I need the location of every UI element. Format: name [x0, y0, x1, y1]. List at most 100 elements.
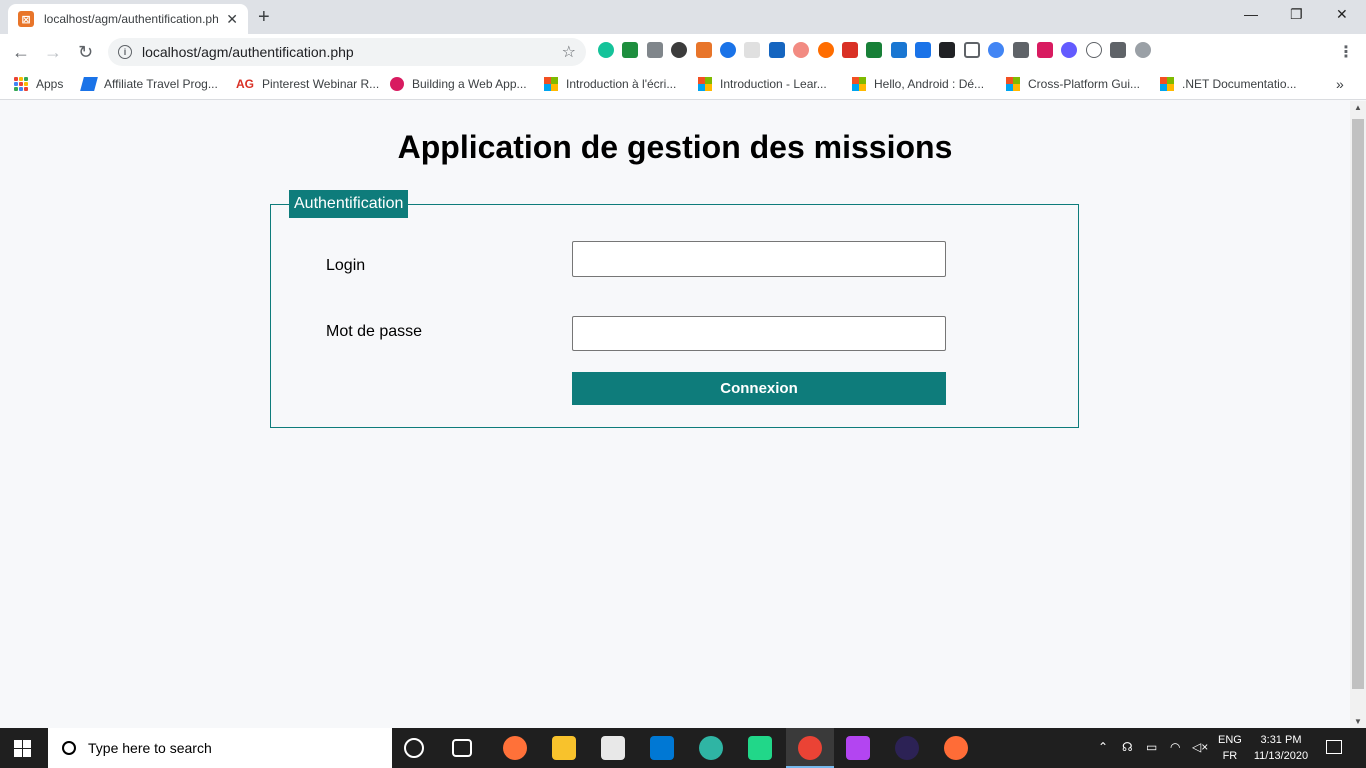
- edge-icon[interactable]: [699, 736, 723, 760]
- new-tab-button[interactable]: +: [258, 6, 270, 29]
- bookmark-label: Cross-Platform Gui...: [1028, 77, 1141, 91]
- page-content: Application de gestion des missions Auth…: [0, 101, 1350, 728]
- bookmark-intro-learn[interactable]: Introduction - Lear...: [698, 77, 827, 91]
- headset-icon[interactable]: ☊: [1122, 740, 1133, 754]
- bookmark-intro-ecriture[interactable]: Introduction à l'écri...: [544, 77, 676, 91]
- square-icon[interactable]: [744, 42, 761, 58]
- windows-taskbar: Type here to search ⌃ ☊ ▭ ◠ ◁× ENG FR 3:…: [0, 728, 1366, 768]
- pycharm-icon[interactable]: [748, 736, 772, 760]
- grammarly-icon[interactable]: [598, 42, 614, 58]
- k-icon[interactable]: [671, 42, 688, 58]
- notifications-icon[interactable]: [1326, 740, 1342, 754]
- scroll-up-icon[interactable]: ▲: [1354, 103, 1362, 112]
- puzzle-arrow-icon[interactable]: [915, 42, 932, 58]
- windows-start-icon[interactable]: [14, 740, 31, 757]
- new-icon[interactable]: [890, 42, 907, 58]
- browser-menu-icon[interactable]: ⋮: [1338, 42, 1354, 62]
- forward-button[interactable]: →: [44, 42, 62, 63]
- scroll-down-icon[interactable]: ▼: [1354, 717, 1362, 726]
- flag-icon[interactable]: [622, 42, 639, 58]
- f-icon[interactable]: [939, 42, 956, 58]
- rainbow-icon[interactable]: [793, 42, 810, 58]
- phpstorm-icon[interactable]: [846, 736, 870, 760]
- login-input[interactable]: [572, 241, 946, 277]
- maximize-button[interactable]: ❐: [1290, 6, 1303, 23]
- eyedropper-icon[interactable]: [1012, 42, 1029, 58]
- address-bar[interactable]: i localhost/agm/authentification.php ☆: [108, 38, 586, 66]
- back-button[interactable]: ←: [12, 42, 30, 63]
- stripe-icon[interactable]: [1061, 42, 1078, 58]
- bookmark-label: Pinterest Webinar R...: [262, 77, 380, 91]
- postman-icon[interactable]: [944, 736, 968, 760]
- play-icon: [390, 77, 404, 91]
- s-icon[interactable]: [866, 42, 883, 58]
- tab-strip: ⊠ localhost/agm/authentification.php ✕ +…: [0, 0, 1366, 34]
- microsoft-icon: [852, 77, 866, 91]
- tab-title: localhost/agm/authentification.php: [44, 12, 219, 26]
- password-label: Mot de passe: [326, 323, 423, 340]
- shield-icon[interactable]: [719, 42, 736, 58]
- bookmark-dotnet-docs[interactable]: .NET Documentatio...: [1160, 77, 1297, 91]
- cortana-icon[interactable]: [404, 738, 424, 758]
- bookmark-label: Introduction - Lear...: [720, 77, 827, 91]
- wifi-icon[interactable]: ◠: [1170, 740, 1180, 754]
- apps-grid-icon: [14, 77, 28, 91]
- bookmark-webapp[interactable]: Building a Web App...: [390, 77, 527, 91]
- mail-icon[interactable]: [650, 736, 674, 760]
- chrome-icon[interactable]: [798, 736, 822, 760]
- bookmarks-overflow-button[interactable]: »: [1336, 76, 1344, 92]
- bookmark-label: Apps: [36, 77, 64, 91]
- minimize-button[interactable]: —: [1244, 6, 1258, 22]
- clock-time: 3:31 PM: [1260, 734, 1302, 746]
- off-icon[interactable]: [695, 42, 712, 58]
- close-tab-icon[interactable]: ✕: [226, 11, 238, 28]
- bookmark-apps[interactable]: Apps: [14, 77, 63, 91]
- microsoft-icon: [1006, 77, 1020, 91]
- bookmark-label: Introduction à l'écri...: [566, 77, 677, 91]
- bookmark-pinterest[interactable]: AG Pinterest Webinar R...: [236, 77, 379, 91]
- clock-date: 11/13/2020: [1253, 750, 1309, 762]
- opera-icon[interactable]: [817, 42, 834, 58]
- profile-avatar-icon[interactable]: [1134, 42, 1151, 58]
- browser-toolbar: ← → ↻ i localhost/agm/authentification.p…: [0, 34, 1366, 70]
- bookmark-label: Building a Web App...: [412, 77, 527, 91]
- page-title: Application de gestion des missions: [397, 129, 953, 165]
- clock[interactable]: 3:31 PM 11/13/2020: [1250, 732, 1312, 764]
- capture-icon[interactable]: [963, 42, 980, 58]
- redir-icon[interactable]: [768, 42, 785, 58]
- search-icon: [62, 741, 76, 755]
- bolt-icon[interactable]: [1037, 42, 1054, 58]
- auth-fieldset: Authentification Login Mot de passe Conn…: [270, 190, 1079, 428]
- browser-tab[interactable]: ⊠ localhost/agm/authentification.php ✕: [8, 4, 248, 34]
- taskbar-search-box[interactable]: Type here to search: [48, 728, 392, 768]
- bookmark-affiliate[interactable]: Affiliate Travel Prog...: [80, 77, 218, 91]
- h-icon[interactable]: [1085, 42, 1102, 58]
- bookmark-label: Affiliate Travel Prog...: [104, 77, 218, 91]
- camera-icon[interactable]: [646, 42, 663, 58]
- language-indicator[interactable]: ENG FR: [1218, 732, 1242, 764]
- bookmark-label: .NET Documentatio...: [1182, 77, 1297, 91]
- bookmark-star-icon[interactable]: ☆: [562, 42, 576, 62]
- volume-muted-icon[interactable]: ◁×: [1192, 740, 1208, 754]
- close-window-button[interactable]: ✕: [1336, 6, 1348, 23]
- bookmark-cross-platform[interactable]: Cross-Platform Gui...: [1006, 77, 1140, 91]
- scroll-thumb[interactable]: [1352, 119, 1364, 689]
- file-explorer-icon[interactable]: [552, 736, 576, 760]
- battery-icon[interactable]: ▭: [1146, 740, 1157, 754]
- pdf-icon[interactable]: [841, 42, 858, 58]
- store-icon[interactable]: [601, 736, 625, 760]
- task-view-icon[interactable]: [452, 739, 472, 757]
- owl-icon[interactable]: [988, 42, 1005, 58]
- url-text[interactable]: localhost/agm/authentification.php: [142, 44, 562, 60]
- firefox-icon[interactable]: [503, 736, 527, 760]
- connexion-button[interactable]: Connexion: [572, 372, 946, 405]
- page-scrollbar[interactable]: ▲ ▼: [1350, 101, 1366, 728]
- bookmark-hello-android[interactable]: Hello, Android : Dé...: [852, 77, 984, 91]
- tray-overflow-icon[interactable]: ⌃: [1098, 740, 1108, 754]
- eclipse-icon[interactable]: [895, 736, 919, 760]
- extensions-icon[interactable]: [1110, 42, 1127, 58]
- reload-button[interactable]: ↻: [78, 42, 93, 63]
- site-info-icon[interactable]: i: [118, 45, 132, 59]
- password-input[interactable]: [572, 316, 946, 351]
- taskbar-search-placeholder: Type here to search: [88, 740, 212, 756]
